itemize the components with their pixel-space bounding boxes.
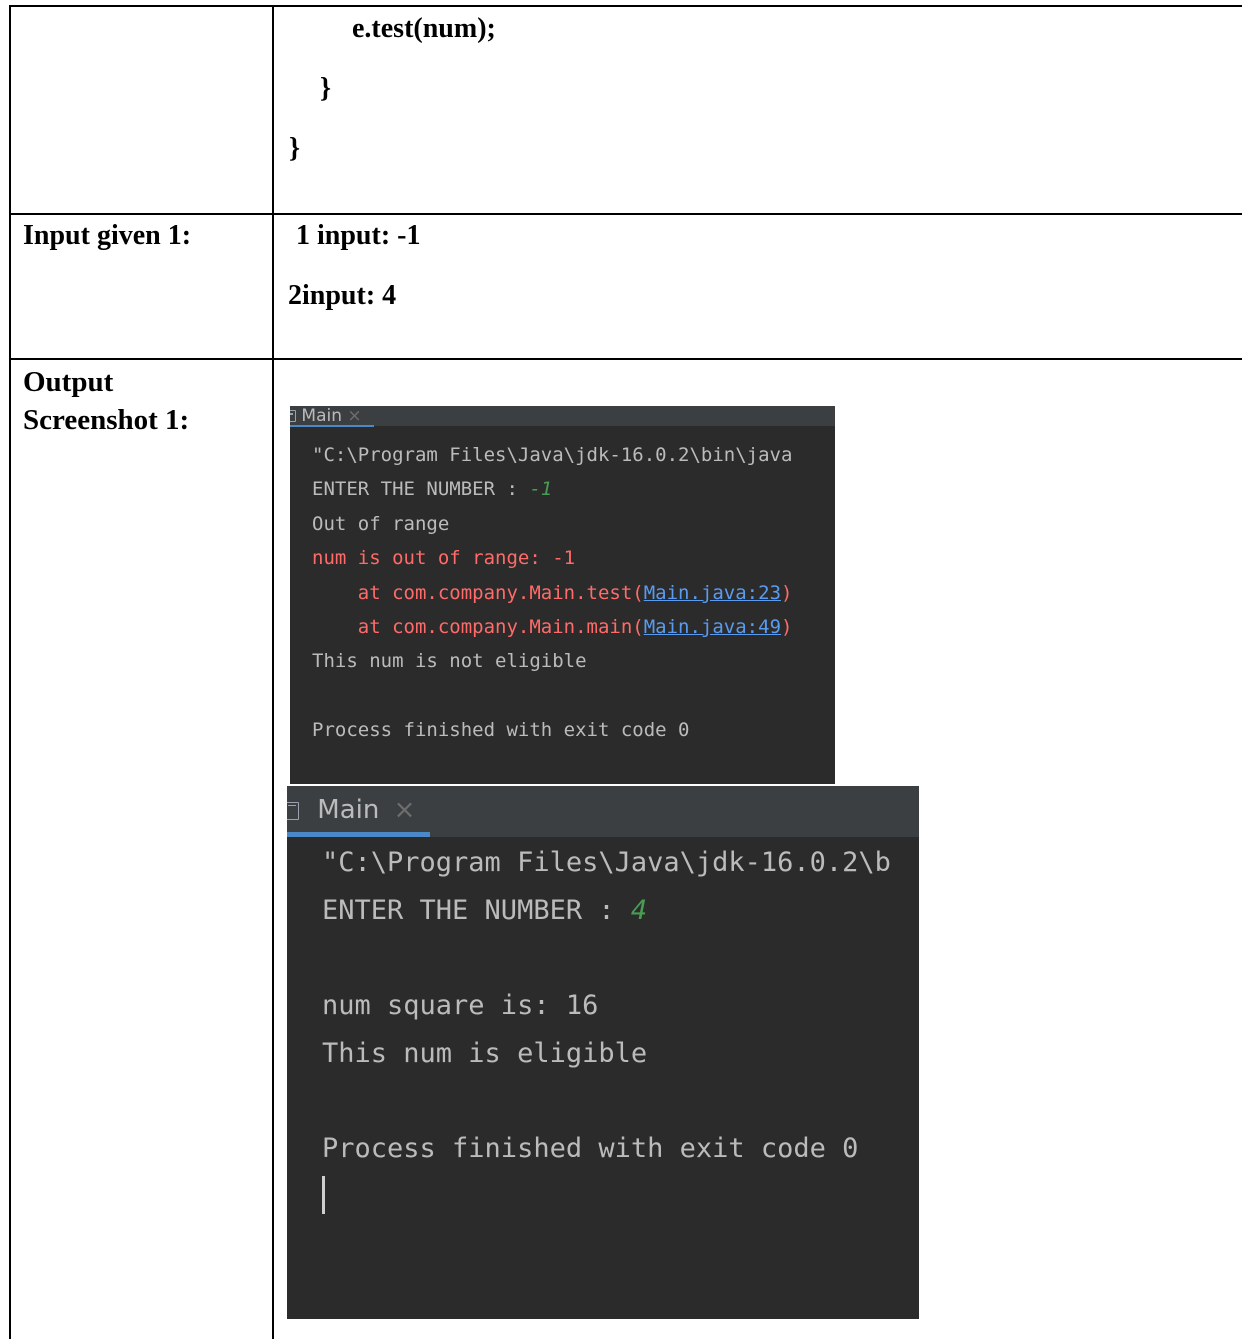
console-line-exception: num is out of range: -1: [312, 547, 576, 569]
stack-trace-link[interactable]: Main.java:23: [644, 582, 781, 604]
tab-main[interactable]: Main ×: [287, 786, 415, 834]
prompt-text: ENTER THE NUMBER :: [322, 895, 631, 926]
code-line-closing-brace-outer: }: [289, 133, 301, 164]
code-line-test-call: e.test(num);: [352, 13, 496, 44]
output-label-line-2: Screenshot 1:: [23, 404, 190, 436]
input-line-1: 1 input: -1: [296, 220, 421, 251]
console-line-command: "C:\Program Files\Java\jdk-16.0.2\b: [322, 847, 891, 878]
console-window-icon: [287, 801, 299, 820]
console-line-prompt: ENTER THE NUMBER : 4: [322, 895, 647, 926]
user-input-value: -1: [529, 478, 553, 500]
stack-trace-text: at com.company.Main.test(: [312, 582, 644, 604]
console-line-not-eligible: This num is not eligible: [312, 650, 587, 672]
console-screenshot-2: Main × "C:\Program Files\Java\jdk-16.0.2…: [287, 786, 919, 1319]
tab-main-label: Main: [317, 795, 380, 825]
input-line-2: 2input: 4: [288, 280, 397, 311]
output-label-line-1: Output: [23, 366, 114, 398]
prompt-text: ENTER THE NUMBER :: [312, 478, 530, 500]
console-line-exit: Process finished with exit code 0: [322, 1133, 859, 1164]
tab-active-indicator: [287, 832, 430, 837]
table-top-border: [9, 5, 1242, 7]
console-line-eligible: This num is eligible: [322, 1038, 648, 1069]
table-column-divider: [272, 6, 274, 1339]
stack-trace-link[interactable]: Main.java:49: [644, 616, 781, 638]
stack-trace-paren: ): [781, 616, 793, 638]
console-line-stack-trace-2: at com.company.Main.main(Main.java:49): [312, 616, 793, 638]
console-window-icon: [290, 410, 296, 422]
stack-trace-text: at com.company.Main.main(: [312, 616, 644, 638]
table-row-divider-1: [9, 213, 1242, 215]
console-line-square: num square is: 16: [322, 990, 599, 1021]
console-line-exit: Process finished with exit code 0: [312, 719, 690, 741]
text-cursor[interactable]: [322, 1176, 325, 1214]
tab-active-indicator: [290, 425, 374, 427]
output-label: Output Screenshot 1:: [23, 363, 189, 439]
table-row-divider-2: [9, 358, 1242, 360]
user-input-value: 4: [630, 895, 648, 926]
console-line-command: "C:\Program Files\Java\jdk-16.0.2\bin\ja…: [312, 444, 793, 466]
close-icon[interactable]: ×: [347, 406, 361, 426]
tab-main[interactable]: Main ×: [290, 406, 362, 426]
console-screenshot-1: Main × "C:\Program Files\Java\jdk-16.0.2…: [290, 406, 835, 784]
input-label: Input given 1:: [23, 220, 192, 251]
console-line-stack-trace-1: at com.company.Main.test(Main.java:23): [312, 582, 793, 604]
console-tab-bar: Main ×: [287, 786, 919, 837]
stack-trace-paren: ): [781, 582, 793, 604]
console-line-prompt: ENTER THE NUMBER : -1: [312, 478, 552, 500]
console-line-out-of-range: Out of range: [312, 513, 450, 535]
tab-main-label: Main: [301, 406, 342, 426]
table-left-border: [9, 6, 11, 1339]
console-tab-bar: Main ×: [290, 406, 835, 427]
close-icon[interactable]: ×: [394, 795, 416, 825]
code-line-closing-brace-inner: }: [320, 73, 332, 104]
